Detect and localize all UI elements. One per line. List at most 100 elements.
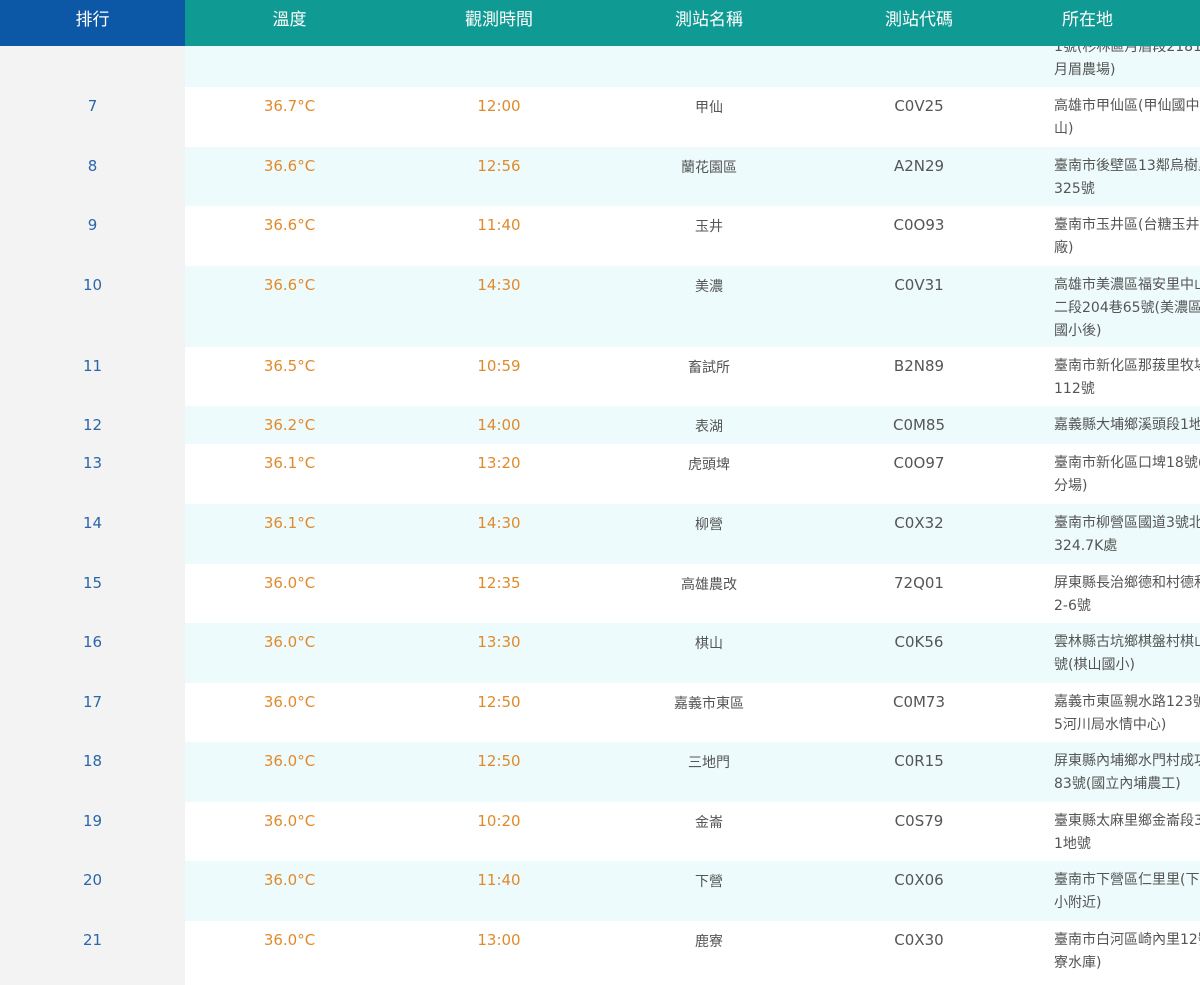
- rank-cell: 12: [0, 406, 185, 444]
- station-code-cell: C0V25: [894, 97, 944, 115]
- temperature-cell: 36.0°C: [263, 574, 316, 592]
- location-line: 屏東縣內埔鄉水門村成功路: [1054, 753, 1200, 769]
- location-line: 臺南市新化區那菝里牧場: [1054, 358, 1200, 374]
- station-name-cell: 美濃: [695, 279, 723, 295]
- location-line: 高雄市美濃區福安里中山路: [1054, 277, 1200, 293]
- location-line: 臺南市後壁區13鄰烏樹里: [1054, 158, 1200, 174]
- location-line: 嘉義市東區親水路123號(: [1054, 694, 1200, 710]
- temperature-cell: 36.7°C: [263, 97, 316, 115]
- rank-cell: 8: [0, 147, 185, 206]
- station-code-cell: B2N89: [893, 357, 945, 375]
- header-obs-time[interactable]: 觀測時間: [394, 0, 604, 46]
- obs-time-cell: 13:30: [477, 633, 521, 651]
- obs-time-cell: 12:50: [477, 693, 521, 711]
- location-line: 廠): [1054, 240, 1074, 256]
- temperature-cell: 36.0°C: [263, 871, 316, 889]
- header-rank[interactable]: 排行: [0, 0, 185, 46]
- temperature-cell: 36.0°C: [263, 693, 316, 711]
- location-line: 臺南市玉井區(台糖玉井糖: [1054, 217, 1200, 233]
- table-row: 19 36.0°C 10:20 金崙 C0S79 臺東縣太麻里鄉金崙段30 1地號: [0, 802, 1200, 861]
- station-name-cell: 下營: [695, 874, 723, 890]
- temperature-cell: 36.1°C: [263, 514, 316, 532]
- location-line: 5河川局水情中心): [1054, 717, 1167, 733]
- location-cell: 屏東縣長治鄉德和村德和路 2-6號: [1024, 564, 1200, 623]
- location-line: 屏東縣長治鄉德和村德和路: [1054, 575, 1200, 591]
- station-name-cell: 畜試所: [688, 360, 730, 376]
- temperature-cell: 36.5°C: [263, 357, 316, 375]
- station-name-cell: 棋山: [695, 636, 723, 652]
- station-code-cell: C0X30: [894, 931, 944, 949]
- table-row: 11 36.5°C 10:59 畜試所 B2N89 臺南市新化區那菝里牧場 112號: [0, 347, 1200, 406]
- rank-cell: 18: [0, 742, 185, 802]
- temperature-cell: 36.0°C: [263, 633, 316, 651]
- temperature-cell: 36.2°C: [263, 416, 316, 434]
- location-line: 月眉農場): [1054, 62, 1116, 78]
- station-name-cell: 鹿寮: [695, 934, 723, 950]
- station-code-cell: A2N29: [893, 157, 945, 175]
- location-line: 112號: [1054, 381, 1095, 397]
- rank-cell: 19: [0, 802, 185, 861]
- location-line: 臺南市白河區崎內里12號: [1054, 932, 1200, 948]
- rank-cell: 16: [0, 623, 185, 683]
- location-cell: 高雄市美濃區福安里中山路二段204巷65號(美濃區福國小後): [1024, 266, 1200, 347]
- location-line: 山): [1054, 121, 1074, 137]
- location-cell: 臺南市柳營區國道3號北上 324.7K處: [1024, 504, 1200, 564]
- temperature-cell: 36.0°C: [263, 752, 316, 770]
- obs-time-cell: 14:00: [477, 416, 521, 434]
- location-cell: 高雄市甲仙區(甲仙國中後 山): [1024, 87, 1200, 147]
- location-line: 324.7K處: [1054, 538, 1118, 554]
- location-line: 高雄市甲仙區(甲仙國中後: [1054, 98, 1200, 114]
- table-row: 21 36.0°C 13:00 鹿寮 C0X30 臺南市白河區崎內里12號 寮水庫): [0, 921, 1200, 985]
- rank-cell: 11: [0, 347, 185, 406]
- location-cell: 臺南市新化區口埤18號(新分場): [1024, 444, 1200, 504]
- rank-cell: 21: [0, 921, 185, 985]
- location-line: 寮水庫): [1054, 955, 1102, 971]
- location-cell: 嘉義市東區親水路123號( 5河川局水情中心): [1024, 683, 1200, 742]
- station-name-cell: 表湖: [695, 419, 723, 435]
- location-line: 83號(國立內埔農工): [1054, 776, 1181, 792]
- station-name-cell: 高雄農改: [681, 577, 737, 593]
- station-code-cell: C0R15: [894, 752, 944, 770]
- table-row: 8 36.6°C 12:56 蘭花園區 A2N29 臺南市後壁區13鄰烏樹里 325號: [0, 147, 1200, 206]
- station-code-cell: C0X32: [894, 514, 944, 532]
- obs-time-cell: 14:30: [477, 276, 521, 294]
- obs-time-cell: 12:35: [477, 574, 521, 592]
- station-code-cell: C0O97: [893, 454, 945, 472]
- table-row: 15 36.0°C 12:35 高雄農改 72Q01 屏東縣長治鄉德和村德和路 2-6號: [0, 564, 1200, 623]
- location-cell: 臺東縣太麻里鄉金崙段30 1地號: [1024, 802, 1200, 861]
- rank-cell: 13: [0, 444, 185, 504]
- location-line: 臺南市新化區口埤18號(新: [1054, 455, 1200, 471]
- table-row: 14 36.1°C 14:30 柳營 C0X32 臺南市柳營區國道3號北上 324.7K處: [0, 504, 1200, 564]
- header-station-name[interactable]: 測站名稱: [604, 0, 814, 46]
- location-line: 1地號: [1054, 836, 1091, 852]
- station-name-cell: 玉井: [695, 219, 723, 235]
- station-code-cell: C0M85: [892, 416, 946, 434]
- rank-cell: 9: [0, 206, 185, 266]
- location-cell: 屏東縣內埔鄉水門村成功路 83號(國立內埔農工): [1024, 742, 1200, 802]
- header-temperature[interactable]: 溫度: [185, 0, 394, 46]
- temperature-cell: 36.0°C: [263, 812, 316, 830]
- station-name-cell: 甲仙: [695, 100, 723, 116]
- header-location[interactable]: 所在地: [1024, 0, 1200, 46]
- rank-cell: 14: [0, 504, 185, 564]
- station-name-cell: 蘭花園區: [681, 160, 737, 176]
- table-row: 17 36.0°C 12:50 嘉義市東區 C0M73 嘉義市東區親水路123號(5河川局…: [0, 683, 1200, 742]
- rank-cell: 17: [0, 683, 185, 742]
- location-cell: 嘉義縣大埔鄉溪頭段1地號: [1024, 406, 1200, 444]
- table-row: 18 36.0°C 12:50 三地門 C0R15 屏東縣內埔鄉水門村成功路 83號(國立內…: [0, 742, 1200, 802]
- rank-cell: 10: [0, 266, 185, 347]
- rank-cell: 20: [0, 861, 185, 921]
- obs-time-cell: 13:00: [477, 931, 521, 949]
- obs-time-cell: 10:20: [477, 812, 521, 830]
- obs-time-cell: 13:20: [477, 454, 521, 472]
- obs-time-cell: 10:59: [477, 357, 521, 375]
- table-row: 16 36.0°C 13:30 棋山 C0K56 雲林縣古坑鄉棋盤村棋山 號(棋山國小): [0, 623, 1200, 683]
- table-row: 12 36.2°C 14:00 表湖 C0M85 嘉義縣大埔鄉溪頭段1地號: [0, 406, 1200, 444]
- obs-time-cell: 11:40: [477, 216, 521, 234]
- location-cell: 雲林縣古坑鄉棋盤村棋山 號(棋山國小): [1024, 623, 1200, 683]
- station-code-cell: C0V31: [894, 276, 944, 294]
- temperature-cell: 36.0°C: [263, 931, 316, 949]
- station-ranking-page: 1號(杉林區月眉段2181號 月眉農場) 7 36.7°C 12:00 甲仙 C0V25…: [0, 0, 1200, 985]
- location-cell: 臺南市後壁區13鄰烏樹里 325號: [1024, 147, 1200, 206]
- header-station-code[interactable]: 測站代碼: [814, 0, 1024, 46]
